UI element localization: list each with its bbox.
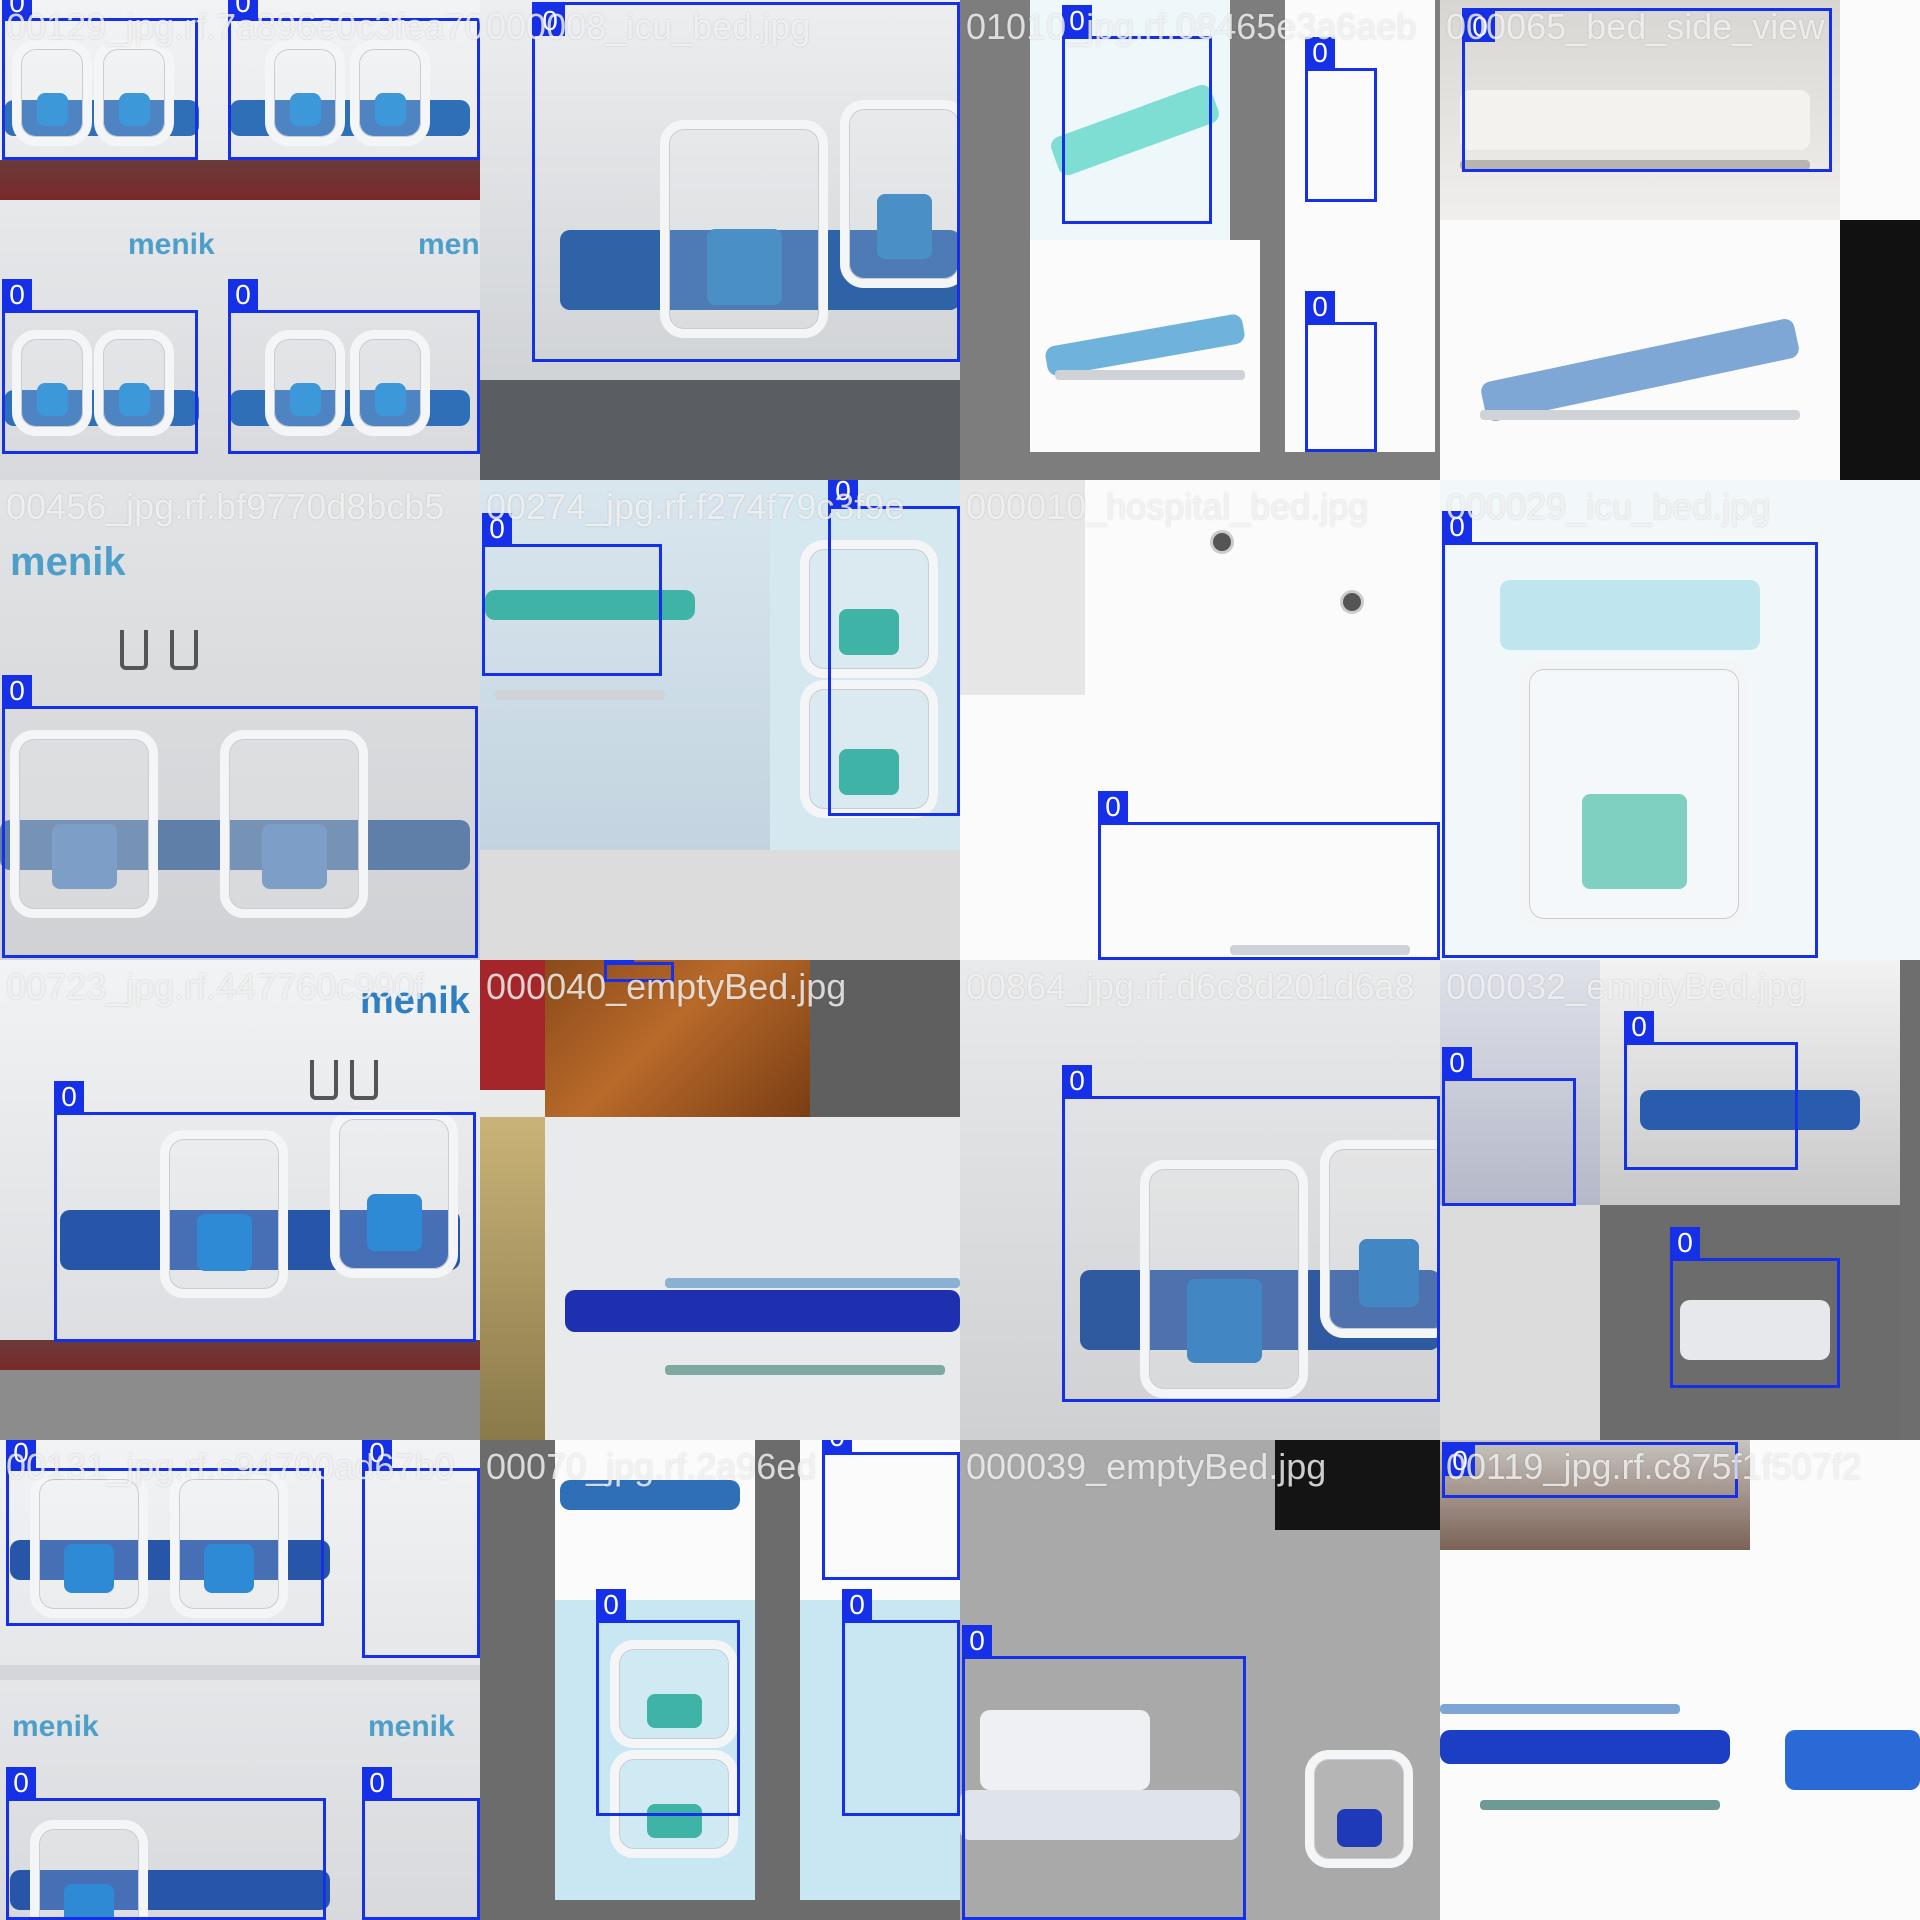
detection-box: 0 [228,279,480,454]
tile-filename: 000040_emptyBed.jpg [486,966,847,1007]
photo-patch [1440,1205,1600,1440]
class-label: 0 [1098,791,1128,822]
trapeze-handle [350,1060,378,1100]
tile-filename: 000032_emptyBed.jpg [1446,966,1807,1007]
floor-strip [0,1340,480,1370]
brand-logo: menik [128,228,215,261]
tile-filename: 00723_jpg.rf.447760c990f [6,966,425,1007]
detection-box: 0 [1062,5,1212,224]
detection-box: 0 [362,1440,480,1658]
brand-logo: menik [12,1710,99,1743]
detection-box: 0 [828,480,960,816]
tile-filename: 00129_jpg.rf.7a896e0c3fea70 [6,6,480,47]
detection-box: 0 [1624,1011,1798,1170]
detection-box: 0 [54,1081,476,1342]
detection-box: 0 [822,1440,960,1580]
tile-2: 000008_icu_bed.jpg 0 [480,0,960,480]
detection-box: 0 [482,513,662,676]
tile-14: 00070_jpg.rf.2a96ed 0 0 0 [480,1440,960,1920]
detection-box: 0 [1305,37,1377,202]
trapeze-handle [120,630,148,670]
tile-filename: 000039_emptyBed.jpg [966,1446,1327,1487]
detection-box: 0 [1305,291,1377,452]
tile-filename: 000010_hospital_bed.jpg [966,486,1369,527]
class-label: 0 [1305,291,1335,322]
class-label: 0 [362,1767,392,1798]
detection-box: 0 [1670,1227,1840,1388]
detection-box: 0 [2,675,478,958]
photo-divider [0,1665,480,1680]
tile-filename: 01010_jpg.rf.08465e3a6aeb [966,6,1417,47]
tile-filename: 00070_jpg.rf.2a96ed [486,1446,817,1487]
trapeze-handle [170,630,198,670]
detection-box: 0 [596,1589,740,1816]
class-label: 0 [596,1589,626,1620]
detection-box: 0 [2,279,198,454]
class-label: 0 [962,1625,992,1656]
class-label: 0 [54,1081,84,1112]
detection-box: 0 [962,1625,1246,1920]
detection-box: 0 [6,1767,326,1920]
tile-9: menik 00723_jpg.rf.447760c990f 0 [0,960,480,1440]
trapeze-handle [310,1060,338,1100]
tile-12: 000032_emptyBed.jpg 0 0 0 [1440,960,1920,1440]
photo-patch [1840,220,1920,480]
class-label: 0 [1442,1047,1472,1078]
detection-box: 0 [6,1440,324,1626]
floor-strip [0,160,480,200]
photo-patch [480,1117,545,1440]
tile-filename: 000008_icu_bed.jpg [486,6,811,47]
detection-box: 0 [1098,791,1440,960]
tile-4: 000065_bed_side_view 0 [1440,0,1920,480]
class-label: 0 [604,960,634,962]
floor-strip [480,380,960,480]
tile-filename: 00864_jpg.rf.d6c8d201d6a8 [966,966,1415,1007]
brand-logo: menik [418,228,480,261]
tile-5: menik 00456_jpg.rf.bf9770d8bcb5 0 [0,480,480,960]
class-label: 0 [822,1440,852,1452]
brand-logo: menik [10,540,126,584]
tile-16: 00119_jpg.rf.c875f1f507f2 0 [1440,1440,1920,1920]
detection-mosaic: { "class_tag": "0", "colors": { "box": "… [0,0,1920,1920]
detection-box: 0 [1442,1047,1576,1206]
tile-filename: 00131_jpg.rf.c94700ad67b0 [6,1446,455,1487]
class-label: 0 [1670,1227,1700,1258]
tile-13: menik menik 00131_jpg.rf.c94700ad67b0 0 … [0,1440,480,1920]
class-label: 0 [228,279,258,310]
tile-filename: 00274_jpg.rf.f274f79c3f9e [486,486,905,527]
tile-filename: 000029_icu_bed.jpg [1446,486,1771,527]
tile-11: 00864_jpg.rf.d6c8d201d6a8 0 [960,960,1440,1440]
tile-10: 000040_emptyBed.jpg 0 [480,960,960,1440]
class-label: 0 [2,675,32,706]
brand-logo: menik [368,1710,455,1743]
tile-filename: 000065_bed_side_view [1446,6,1825,47]
tile-6: 00274_jpg.rf.f274f79c3f9e 0 0 [480,480,960,960]
caster-wheel [1340,590,1364,614]
class-label: 0 [1062,1065,1092,1096]
caster-wheel [1210,530,1234,554]
detection-box: 0 [1062,1065,1440,1402]
class-label: 0 [1624,1011,1654,1042]
tile-1: menik menik 00129_jpg.rf.7a896e0c3fea70 … [0,0,480,480]
detection-box: 0 [1442,511,1818,958]
tile-15: 000039_emptyBed.jpg 0 [960,1440,1440,1920]
tile-filename: 00119_jpg.rf.c875f1f507f2 [1446,1446,1862,1487]
class-label: 0 [2,279,32,310]
tile-7: 000010_hospital_bed.jpg 0 [960,480,1440,960]
class-label: 0 [6,1767,36,1798]
tile-8: 000029_icu_bed.jpg 0 [1440,480,1920,960]
photo-patch [0,1370,480,1440]
tile-3: 01010_jpg.rf.08465e3a6aeb 0 0 0 [960,0,1440,480]
detection-box: 0 [532,2,960,362]
class-label: 0 [842,1589,872,1620]
detection-box: 0 [842,1589,960,1816]
detection-box: 0 [362,1767,480,1920]
tile-filename: 00456_jpg.rf.bf9770d8bcb5 [6,486,445,527]
